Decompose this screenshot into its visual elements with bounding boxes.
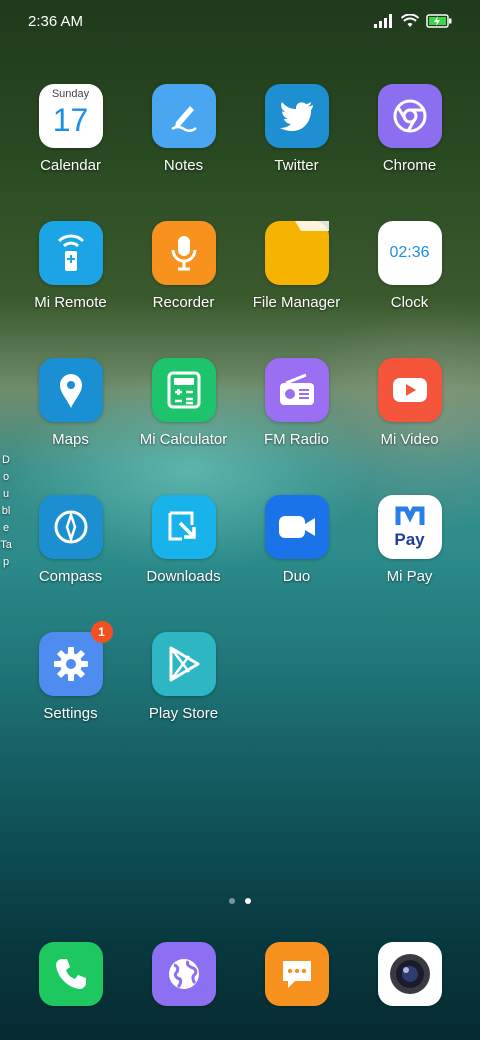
app-grid: Sunday 17 Calendar Notes Twitter Chrome …	[14, 84, 466, 747]
app-duo[interactable]: Duo	[240, 495, 353, 610]
app-label: File Manager	[252, 294, 341, 311]
app-settings[interactable]: 1 Settings	[14, 621, 127, 747]
chrome-icon	[377, 84, 442, 148]
signal-icon	[374, 14, 392, 28]
app-calendar[interactable]: Sunday 17 Calendar	[14, 84, 127, 199]
app-notes[interactable]: Notes	[127, 84, 240, 199]
remote-icon	[38, 221, 103, 285]
app-label: Clock	[390, 294, 429, 311]
calendar-day: 17	[52, 102, 89, 138]
page-dot-active[interactable]	[245, 898, 251, 904]
app-label: Play Store	[148, 705, 219, 722]
app-label: Mi Pay	[386, 568, 433, 585]
radio-icon	[264, 358, 329, 422]
message-icon	[264, 942, 329, 1006]
status-time: 2:36 AM	[28, 12, 84, 30]
mi-pay-brand-text: Pay	[394, 530, 425, 549]
app-mi-pay[interactable]: Pay Mi Pay	[353, 495, 466, 610]
app-label: Settings	[43, 705, 98, 722]
app-label: Mi Video	[380, 431, 439, 448]
dock-messages[interactable]	[240, 942, 353, 1008]
status-icons	[374, 14, 452, 28]
compass-icon	[38, 495, 103, 559]
app-label: Chrome	[382, 157, 437, 174]
app-downloads[interactable]: Downloads	[127, 495, 240, 610]
folder-icon	[264, 221, 329, 285]
calculator-icon	[151, 358, 216, 422]
dock-browser[interactable]	[127, 942, 240, 1008]
play-store-icon	[151, 632, 216, 696]
app-label: Mi Remote	[34, 294, 107, 311]
app-label: Compass	[38, 568, 103, 585]
app-twitter[interactable]: Twitter	[240, 84, 353, 199]
app-mi-video[interactable]: Mi Video	[353, 358, 466, 473]
mi-pay-icon: Pay	[377, 495, 442, 559]
gear-icon: 1	[38, 621, 113, 696]
phone-icon	[38, 942, 103, 1006]
app-play-store[interactable]: Play Store	[127, 632, 240, 747]
double-tap-hint: Double Tap	[0, 454, 12, 568]
app-label: Maps	[52, 431, 89, 448]
battery-charging-icon	[426, 14, 452, 28]
clock-time: 02:36	[389, 244, 430, 261]
app-label: Calendar	[40, 157, 101, 174]
app-compass[interactable]: Compass	[14, 495, 127, 610]
dock-phone[interactable]	[14, 942, 127, 1008]
notification-badge: 1	[90, 621, 113, 643]
page-dot[interactable]	[229, 898, 235, 904]
app-clock[interactable]: 02:36 Clock	[353, 221, 466, 336]
app-mi-remote[interactable]: Mi Remote	[14, 221, 127, 336]
calendar-weekday: Sunday	[51, 88, 90, 100]
map-pin-icon	[38, 358, 103, 422]
app-label: Duo	[282, 568, 311, 585]
app-file-manager[interactable]: File Manager	[240, 221, 353, 336]
dock-camera[interactable]	[353, 942, 466, 1008]
app-fm-radio[interactable]: FM Radio	[240, 358, 353, 473]
video-camera-icon	[264, 495, 329, 559]
dock	[14, 942, 466, 1008]
app-recorder[interactable]: Recorder	[127, 221, 240, 336]
app-chrome[interactable]: Chrome	[353, 84, 466, 199]
app-label: Notes	[163, 157, 204, 174]
twitter-bird-icon	[264, 84, 329, 148]
wifi-icon	[401, 14, 419, 27]
clock-icon: 02:36	[377, 221, 442, 285]
notes-icon	[151, 84, 216, 148]
download-icon	[151, 495, 216, 559]
app-label: Recorder	[152, 294, 215, 311]
microphone-icon	[151, 221, 216, 285]
calendar-icon: Sunday 17	[38, 84, 103, 148]
globe-icon	[151, 942, 216, 1006]
page-indicator[interactable]	[0, 898, 480, 904]
app-label: Mi Calculator	[139, 431, 228, 448]
app-label: Downloads	[146, 568, 221, 585]
status-bar: 2:36 AM	[0, 0, 480, 42]
app-label: FM Radio	[263, 431, 330, 448]
app-label: Twitter	[274, 157, 319, 174]
play-video-icon	[377, 358, 442, 422]
app-mi-calculator[interactable]: Mi Calculator	[127, 358, 240, 473]
camera-icon	[377, 942, 442, 1006]
app-maps[interactable]: Maps	[14, 358, 127, 473]
